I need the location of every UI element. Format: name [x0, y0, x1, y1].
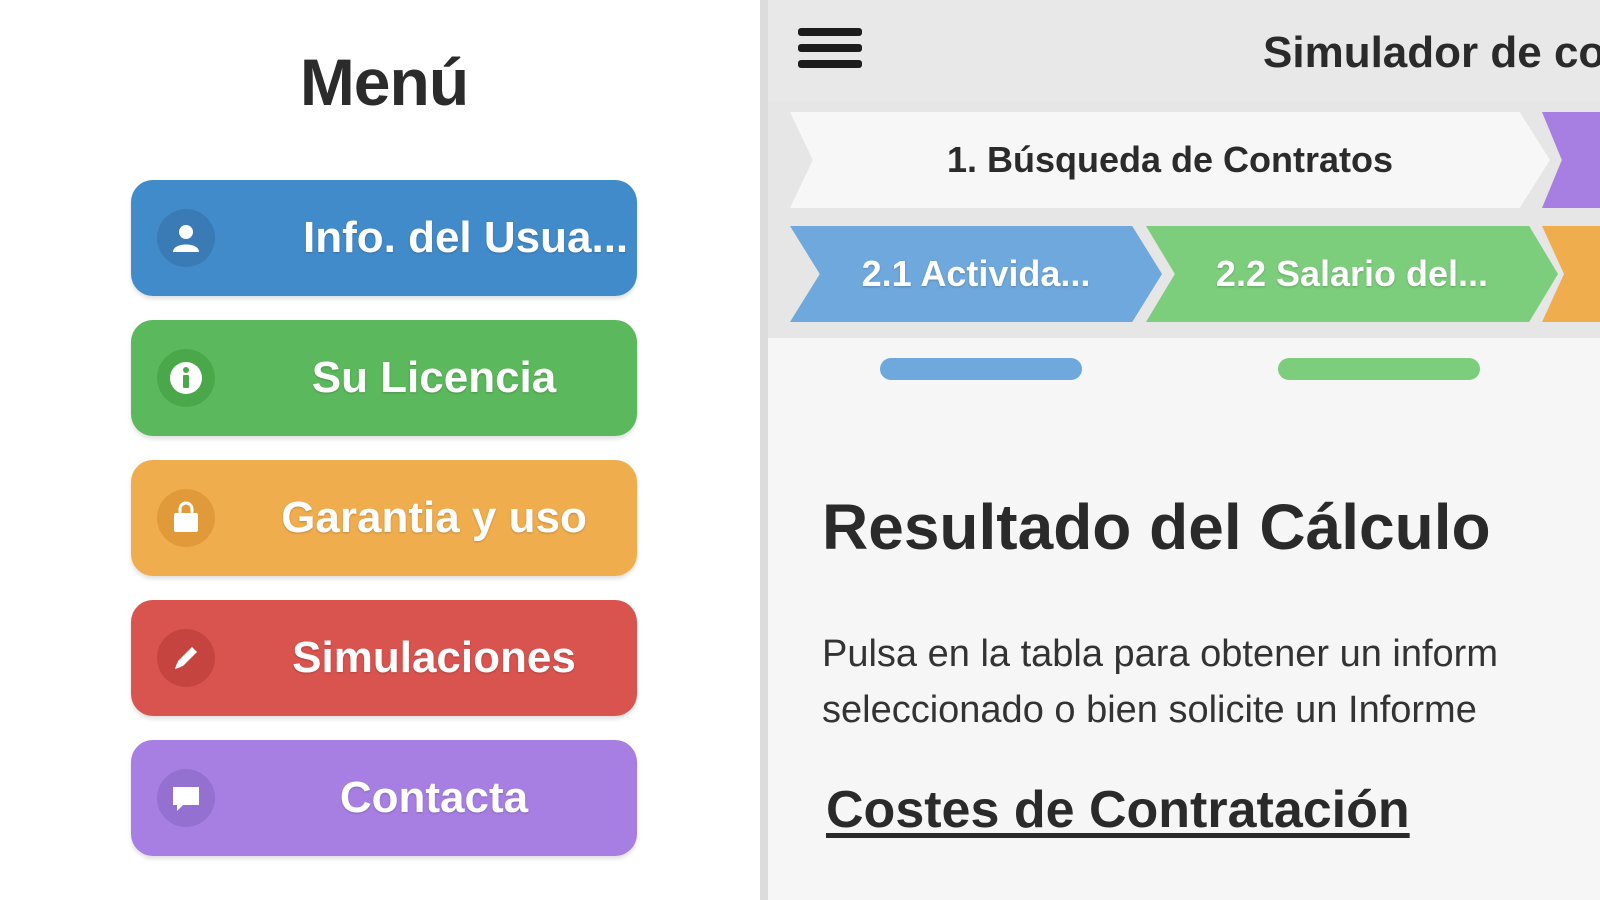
menu-title: Menú	[299, 45, 469, 119]
step-contract-search[interactable]: 1. Búsqueda de Contratos	[790, 112, 1550, 208]
menu-button-license[interactable]: Su Licencia	[131, 320, 637, 436]
steps-row-1: 1. Búsqueda de Contratos	[790, 112, 1600, 208]
step-next-purple[interactable]	[1542, 112, 1600, 208]
progress-indicator-activity	[880, 358, 1082, 380]
info-icon	[157, 349, 215, 407]
hamburger-icon[interactable]	[798, 28, 862, 72]
result-description: Pulsa en la tabla para obtener un inform…	[822, 626, 1600, 738]
menu-button-label: Simulaciones	[292, 633, 576, 682]
result-title: Resultado del Cálculo	[822, 491, 1491, 563]
bag-icon	[157, 489, 215, 547]
top-bar: Simulador de co	[768, 0, 1600, 102]
step-label: 1. Búsqueda de Contratos	[946, 139, 1394, 180]
step-label: 2.1 Activida...	[861, 253, 1091, 294]
main-panel: Simulador de co 1. Búsqueda de Contratos…	[760, 0, 1600, 900]
chat-icon	[157, 769, 215, 827]
user-icon	[157, 209, 215, 267]
menu-button-label: Garantia y uso	[281, 493, 587, 542]
description-line-1: Pulsa en la tabla para obtener un inform	[822, 633, 1498, 675]
menu-button-label: Contacta	[339, 773, 529, 822]
step-activity[interactable]: 2.1 Activida...	[790, 226, 1162, 322]
side-menu: Menú Info. del Usua... Su Licencia Garan…	[0, 0, 760, 900]
menu-button-user-info[interactable]: Info. del Usua...	[131, 180, 637, 296]
steps-row-2: 2.1 Activida... 2.2 Salario del...	[790, 226, 1600, 322]
description-line-2: seleccionado o bien solicite un Informe	[822, 689, 1477, 731]
menu-button-simulations[interactable]: Simulaciones	[131, 600, 637, 716]
menu-button-label: Info. del Usua...	[303, 213, 629, 262]
step-label: 2.2 Salario del...	[1215, 253, 1489, 294]
menu-button-contact[interactable]: Contacta	[131, 740, 637, 856]
app-title: Simulador de co	[1263, 28, 1600, 77]
steps-area: 1. Búsqueda de Contratos 2.1 Activida...…	[768, 102, 1600, 338]
pencil-icon	[157, 629, 215, 687]
menu-button-warranty[interactable]: Garantia y uso	[131, 460, 637, 576]
progress-indicator-salary	[1278, 358, 1480, 380]
menu-button-label: Su Licencia	[311, 353, 557, 402]
costs-section-title[interactable]: Costes de Contratación	[826, 780, 1410, 840]
step-salary[interactable]: 2.2 Salario del...	[1146, 226, 1558, 322]
